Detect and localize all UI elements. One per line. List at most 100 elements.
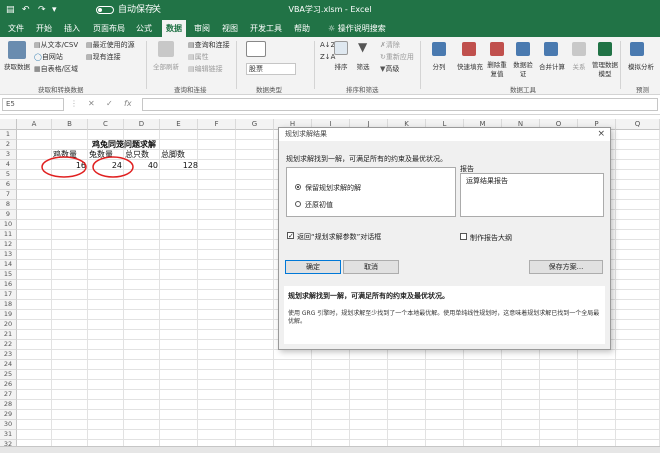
what-if-icon[interactable] xyxy=(630,42,644,56)
what-if-label[interactable]: 模拟分析 xyxy=(624,61,658,71)
column-header[interactable]: D xyxy=(124,119,160,130)
column-header[interactable]: F xyxy=(198,119,236,130)
outline-reports-label[interactable]: 制作报告大纲 xyxy=(470,233,512,243)
close-icon[interactable]: × xyxy=(597,128,605,141)
properties-button[interactable]: ▤属性 xyxy=(188,52,209,62)
column-header[interactable]: C xyxy=(88,119,124,130)
get-data-icon[interactable] xyxy=(8,41,26,59)
select-all-corner[interactable] xyxy=(0,119,17,130)
stocks-icon[interactable] xyxy=(246,41,266,57)
row-header[interactable]: 1 xyxy=(0,130,17,140)
recent-sources-button[interactable]: ▤最近使用的源 xyxy=(86,40,135,50)
row-header[interactable]: 27 xyxy=(0,390,17,400)
tab-page-layout[interactable]: 页面布局 xyxy=(89,20,129,37)
existing-connections-button[interactable]: ▤现有连接 xyxy=(86,52,121,62)
row-header[interactable]: 13 xyxy=(0,250,17,260)
column-header[interactable]: Q xyxy=(616,119,660,130)
row-header[interactable]: 3 xyxy=(0,150,17,160)
tab-help[interactable]: 帮助 xyxy=(290,20,314,37)
row-header[interactable]: 30 xyxy=(0,420,17,430)
name-box[interactable]: E5 xyxy=(2,98,64,111)
formula-input[interactable] xyxy=(142,98,658,111)
row-header[interactable]: 24 xyxy=(0,360,17,370)
flash-fill-icon[interactable] xyxy=(462,42,476,56)
column-header[interactable]: G xyxy=(236,119,274,130)
flash-fill-label[interactable]: 快速填充 xyxy=(454,61,486,71)
tab-view[interactable]: 视图 xyxy=(218,20,242,37)
data-validation-icon[interactable] xyxy=(516,42,530,56)
report-list[interactable]: 运算结果报告 xyxy=(460,173,604,217)
column-header[interactable]: B xyxy=(52,119,88,130)
row-header[interactable]: 22 xyxy=(0,340,17,350)
restore-values-radio[interactable] xyxy=(295,201,301,207)
consolidate-icon[interactable] xyxy=(544,42,558,56)
restore-values-label[interactable]: 还原初值 xyxy=(305,200,333,210)
keep-solution-radio[interactable] xyxy=(295,184,301,190)
from-text-csv-button[interactable]: ▤从文本/CSV xyxy=(34,40,78,50)
sort-za-icon[interactable]: Z↓A xyxy=(320,53,335,61)
from-table-button[interactable]: ▦自表格/区域 xyxy=(34,64,78,74)
filter-label[interactable]: 筛选 xyxy=(352,61,374,71)
row-header[interactable]: 8 xyxy=(0,200,17,210)
get-data-label[interactable]: 获取数据 xyxy=(3,61,31,71)
text-to-columns-icon[interactable] xyxy=(432,42,446,56)
tab-home[interactable]: 开始 xyxy=(32,20,56,37)
remove-duplicates-label[interactable]: 删除重复值 xyxy=(486,61,508,79)
refresh-all-label[interactable]: 全部刷新 xyxy=(150,61,182,71)
from-web-button[interactable]: ◯自网站 xyxy=(34,52,63,62)
enter-entry-icon[interactable]: ✓ xyxy=(106,99,113,108)
sort-icon[interactable] xyxy=(334,41,348,55)
clear-button[interactable]: ✗清除 xyxy=(380,40,400,50)
row-header[interactable]: 9 xyxy=(0,210,17,220)
row-header[interactable]: 15 xyxy=(0,270,17,280)
sort-label[interactable]: 排序 xyxy=(330,61,352,71)
insert-function-icon[interactable]: fx xyxy=(124,99,132,108)
consolidate-label[interactable]: 合并计算 xyxy=(538,61,566,71)
row-header[interactable]: 21 xyxy=(0,330,17,340)
tab-review[interactable]: 审阅 xyxy=(190,20,214,37)
save-scenario-button[interactable]: 保存方案... xyxy=(529,260,603,274)
tab-insert[interactable]: 插入 xyxy=(60,20,84,37)
row-header[interactable]: 25 xyxy=(0,370,17,380)
row-header[interactable]: 18 xyxy=(0,300,17,310)
row-header[interactable]: 5 xyxy=(0,170,17,180)
tab-file[interactable]: 文件 xyxy=(4,20,28,37)
edit-links-button[interactable]: ▤编辑链接 xyxy=(188,64,223,74)
row-header[interactable]: 4 xyxy=(0,160,17,170)
row-header[interactable]: 20 xyxy=(0,320,17,330)
row-header[interactable]: 10 xyxy=(0,220,17,230)
data-validation-label[interactable]: 数据验证 xyxy=(512,61,534,79)
queries-connections-button[interactable]: ▤查询和连接 xyxy=(188,40,230,50)
report-item[interactable]: 运算结果报告 xyxy=(466,176,508,186)
refresh-all-icon[interactable] xyxy=(158,41,174,57)
row-header[interactable]: 19 xyxy=(0,310,17,320)
tab-developer[interactable]: 开发工具 xyxy=(246,20,286,37)
text-to-columns-label[interactable]: 分列 xyxy=(428,61,450,71)
value-total-feet[interactable]: 128 xyxy=(160,161,198,171)
remove-duplicates-icon[interactable] xyxy=(490,42,504,56)
cancel-entry-icon[interactable]: ✕ xyxy=(88,99,95,108)
data-type-gallery[interactable]: 股票 xyxy=(246,63,296,75)
row-header[interactable]: 7 xyxy=(0,190,17,200)
column-header[interactable]: E xyxy=(160,119,198,130)
row-header[interactable]: 11 xyxy=(0,230,17,240)
return-to-params-checkbox[interactable]: ✓ xyxy=(287,232,294,240)
row-header[interactable]: 26 xyxy=(0,380,17,390)
reapply-button[interactable]: ↻重新应用 xyxy=(380,52,414,62)
tab-formulas[interactable]: 公式 xyxy=(132,20,156,37)
row-header[interactable]: 28 xyxy=(0,400,17,410)
relationships-label[interactable]: 关系 xyxy=(568,61,590,71)
ok-button[interactable]: 确定 xyxy=(285,260,341,274)
advanced-button[interactable]: ▼高级 xyxy=(380,64,399,74)
row-header[interactable]: 6 xyxy=(0,180,17,190)
row-header[interactable]: 23 xyxy=(0,350,17,360)
row-header[interactable]: 12 xyxy=(0,240,17,250)
relationships-icon[interactable] xyxy=(572,42,586,56)
row-header[interactable]: 16 xyxy=(0,280,17,290)
tab-data[interactable]: 数据 xyxy=(162,20,186,37)
return-to-params-label[interactable]: 返回“规划求解参数”对话框 xyxy=(297,232,381,242)
row-header[interactable]: 31 xyxy=(0,430,17,440)
filter-icon[interactable]: ▼ xyxy=(358,40,367,54)
sheet-title[interactable]: 鸡兔同笼问题求解 xyxy=(92,140,156,150)
row-header[interactable]: 29 xyxy=(0,410,17,420)
